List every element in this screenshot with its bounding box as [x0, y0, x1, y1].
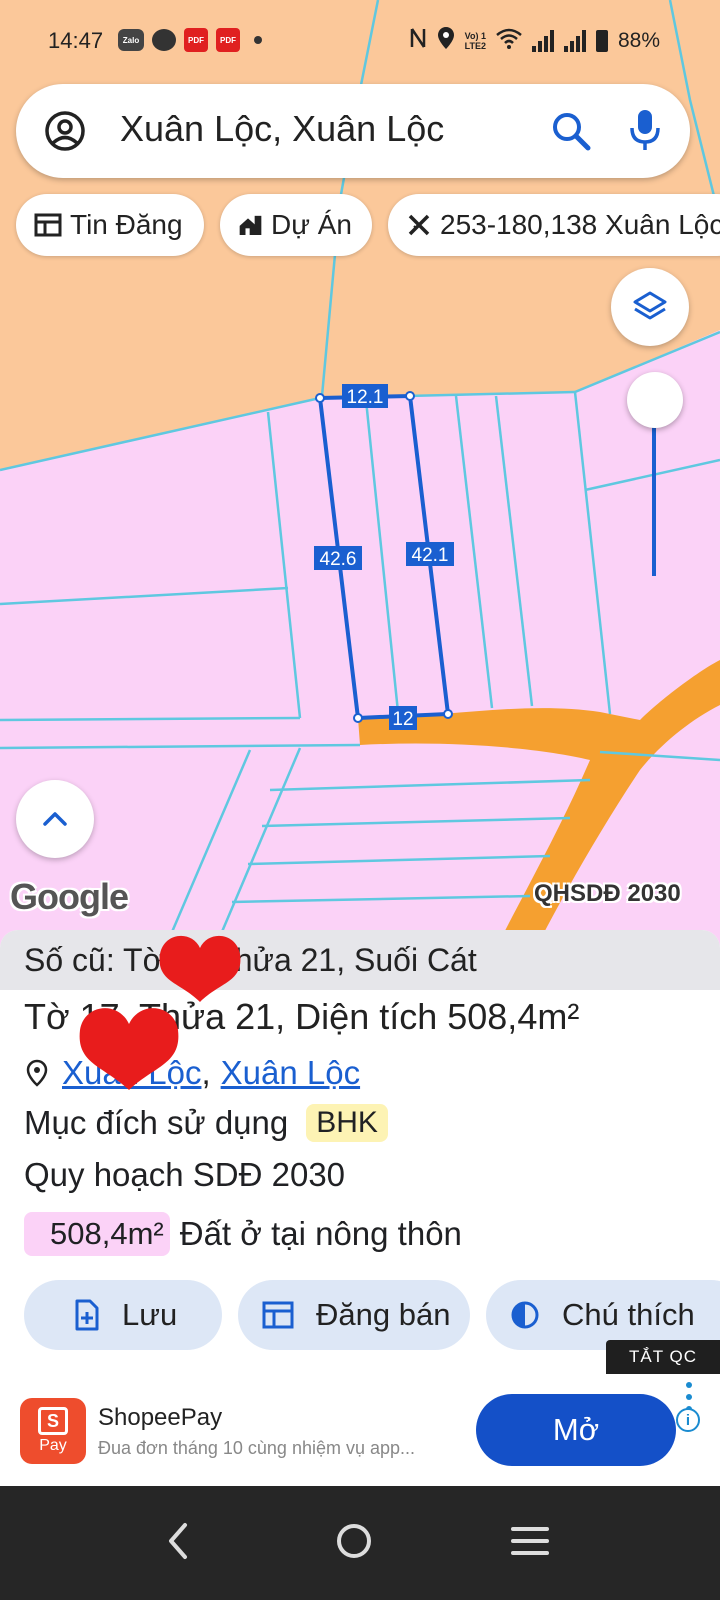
menu-lines-icon [511, 1527, 549, 1555]
lte-label: LTE2 [464, 41, 486, 51]
dimension-label-right: 42.1 [406, 542, 454, 566]
close-ad-button[interactable]: TẮT QC [606, 1340, 720, 1374]
shopeepay-logo: S Pay [20, 1398, 86, 1464]
location-icon [437, 26, 455, 56]
search-icon[interactable] [550, 110, 592, 152]
chat-bubble-icon [152, 29, 176, 51]
purpose-label: Mục đích sử dụng [24, 1104, 289, 1141]
save-label: Lưu [122, 1297, 178, 1332]
location-separator: , [201, 1054, 211, 1091]
volte-icon: Vo) 1 LTE2 [465, 31, 486, 51]
open-app-button[interactable]: Mở [476, 1394, 676, 1466]
recents-button[interactable] [490, 1506, 570, 1576]
info-icon[interactable]: i [676, 1408, 700, 1432]
search-bar[interactable]: Xuân Lộc, Xuân Lộc [16, 84, 690, 178]
layers-icon [633, 291, 667, 320]
more-notifications-dot [254, 36, 262, 44]
measure-icon [408, 214, 430, 236]
signal-icon [563, 30, 586, 52]
old-reference: Số cũ: Tờ 17, thửa 21, Suối Cát [0, 930, 720, 990]
pdf-icon: PDF [184, 28, 208, 52]
chevron-up-icon [43, 812, 67, 826]
google-logo: Google [10, 876, 129, 917]
signal-icon [531, 30, 554, 52]
wifi-icon [496, 27, 522, 55]
dimension-label-bottom: 12 [389, 706, 417, 730]
home-button[interactable] [314, 1506, 394, 1576]
commune-link[interactable]: Xuân Lộc [62, 1054, 201, 1092]
zoom-slider-handle[interactable] [627, 372, 683, 428]
contrast-icon [511, 1301, 539, 1329]
chip-label: 253-180,138 Xuân Lộc [440, 209, 720, 240]
district-link[interactable]: Xuân Lộc [221, 1054, 360, 1092]
search-input[interactable]: Xuân Lộc, Xuân Lộc [120, 108, 444, 150]
ad-description: Đua đơn tháng 10 cùng nhiệm vụ app... [98, 1438, 416, 1458]
purpose-badge: BHK [306, 1104, 388, 1142]
nfc-icon [409, 27, 427, 55]
chip-coordinates[interactable]: 253-180,138 Xuân Lộc [388, 194, 720, 256]
home-circle-icon [337, 1524, 371, 1558]
battery-icon [595, 30, 608, 52]
dimension-text-left: 42.6 [320, 549, 357, 570]
microphone-icon[interactable] [624, 106, 666, 154]
back-button[interactable] [138, 1506, 218, 1576]
ad-app-name: ShopeePay [98, 1404, 223, 1431]
location-row: Xuân Lộc , Xuân Lộc [24, 1054, 360, 1092]
listing-icon [262, 1301, 294, 1329]
purpose-row: Mục đích sử dụng BHK [24, 1104, 388, 1142]
system-nav-bar [0, 1486, 720, 1600]
post-label: Đăng bán [316, 1297, 451, 1332]
add-document-icon [75, 1299, 99, 1331]
area-type: Đất ở tại nông thôn [179, 1215, 462, 1252]
legend-label: Chú thích [562, 1297, 695, 1332]
chip-du-an[interactable]: Dự Án [220, 194, 372, 256]
parcel-info-sheet[interactable]: Số cũ: Tờ 17, thửa 21, Suối Cát Tờ 17, T… [0, 930, 720, 1380]
dimension-label-left: 42.6 [314, 546, 362, 570]
area-row: 508,4m² Đất ở tại nông thôn [24, 1212, 462, 1256]
chip-tin-dang[interactable]: Tin Đăng [16, 194, 204, 256]
ad-banner[interactable]: S Pay ShopeePay Đua đơn tháng 10 cùng nh… [0, 1374, 720, 1486]
expand-sheet-button[interactable] [16, 780, 94, 858]
logo-text: Pay [39, 1437, 67, 1454]
dimension-label-top: 12.1 [342, 384, 388, 408]
status-time: 14:47 [48, 28, 104, 53]
save-button[interactable]: Lưu [24, 1280, 222, 1350]
notification-icons: Zalo PDF PDF [118, 28, 262, 52]
battery-percent: 88% [617, 29, 660, 52]
overlay-label: QHSDĐ 2030 [534, 880, 681, 907]
zalo-icon: Zalo [118, 29, 144, 51]
chip-label: Dự Án [271, 209, 352, 240]
location-pin-icon [26, 1059, 48, 1087]
dimension-text-top: 12.1 [347, 387, 384, 408]
status-bar: 14:47 Zalo PDF PDF Vo) 1 LTE2 88% [0, 0, 720, 84]
dimension-text-right: 42.1 [412, 545, 449, 566]
dimension-text-bottom: 12 [392, 709, 413, 730]
logo-letter: S [38, 1407, 68, 1435]
parcel-title: Tờ 17, Thửa 21, Diện tích 508,4m² [24, 996, 580, 1037]
zoning-label: Quy hoạch SDĐ 2030 [24, 1156, 346, 1193]
volte-label: Vo) 1 [464, 31, 486, 41]
chip-label: Tin Đăng [70, 209, 183, 240]
status-indicators: Vo) 1 LTE2 88% [409, 26, 660, 56]
account-icon[interactable] [44, 110, 86, 152]
back-chevron-icon [169, 1523, 187, 1559]
listing-icon [34, 213, 62, 237]
layers-button[interactable] [611, 268, 689, 346]
post-for-sale-button[interactable]: Đăng bán [238, 1280, 470, 1350]
area-badge: 508,4m² [24, 1212, 170, 1256]
filter-chips: Tin Đăng Dự Án 253-180,138 Xuân Lộc [16, 194, 720, 258]
pdf-icon: PDF [216, 28, 240, 52]
buildings-icon [239, 215, 262, 235]
